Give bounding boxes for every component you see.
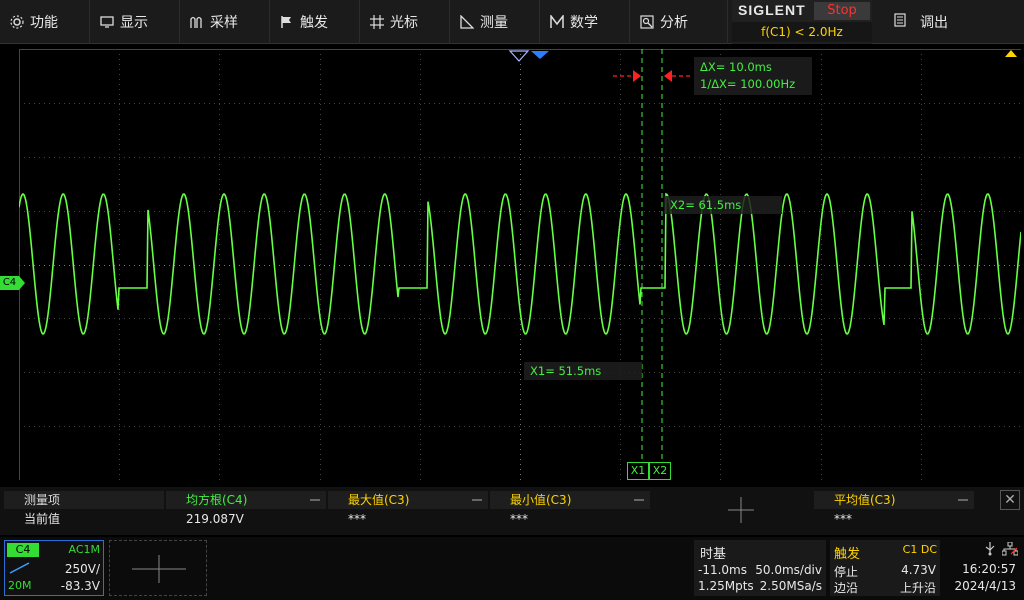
clock-box: 16:20:57 2024/4/13	[944, 540, 1022, 596]
trigger-frequency-info: f(C1) < 2.0Hz	[732, 22, 872, 42]
measurement-column-rms[interactable]: 均方根(C4) 219.087V	[166, 491, 326, 531]
crosshair-icon	[370, 15, 384, 29]
measurement-rms-name: 均方根(C4)	[186, 493, 248, 507]
cursor-x1-tag[interactable]: X1	[627, 462, 649, 480]
tune-button[interactable]: 调出	[878, 0, 1024, 44]
cursor-x2-tag[interactable]: X2	[649, 462, 671, 480]
trigger-delay-marker	[531, 51, 549, 59]
timebase-box[interactable]: 时基 -11.0ms 50.0ms/div 1.25Mpts 2.50MSa/s	[694, 540, 826, 596]
timebase-delay: -11.0ms	[698, 563, 747, 577]
measurement-max-value: ***	[348, 512, 366, 526]
measurement-bar: 测量项 当前值 均方根(C4) 219.087V 最大值(C3) *** 最小值…	[0, 487, 1024, 535]
measurement-max-name: 最大值(C3)	[348, 493, 410, 507]
trigger-slope: 上升沿	[899, 581, 936, 595]
graticule-grid	[19, 49, 1021, 480]
ch4-offset-arrow	[19, 276, 25, 290]
close-measurement-icon[interactable]: ✕	[1000, 490, 1020, 510]
gear-icon	[10, 15, 24, 29]
analysis-icon	[640, 15, 654, 29]
clock-time: 16:20:57	[962, 562, 1016, 576]
measurement-column-max[interactable]: 最大值(C3) ***	[328, 491, 488, 531]
trigger-type: 边沿	[834, 581, 859, 595]
measurement-mean-name: 平均值(C3)	[834, 493, 896, 507]
trigger-state: 停止	[834, 565, 859, 579]
sample-icon	[190, 15, 204, 29]
math-icon	[550, 15, 564, 29]
measurement-mean-value: ***	[834, 512, 852, 526]
measurement-column-min[interactable]: 最小值(C3) ***	[490, 491, 650, 531]
measurement-min-name: 最小值(C3)	[510, 493, 572, 507]
add-channel-icon	[132, 555, 186, 583]
ch4-tag: C4	[7, 543, 39, 557]
run-stop-status[interactable]: Stop	[814, 2, 870, 20]
brand-logo: SIGLENT	[738, 2, 806, 18]
ch4-bandwidth-limit: 20M	[8, 579, 32, 592]
list-icon	[894, 13, 906, 31]
cursor-inverse-delta-x: 1/ΔX= 100.00Hz	[700, 77, 796, 91]
ch4-vertical-scale: 250V/	[64, 562, 100, 576]
clock-date: 2024/4/13	[954, 579, 1016, 593]
measurement-rms-value: 219.087V	[186, 512, 244, 526]
menu-acquire-label: 采样	[210, 15, 238, 31]
network-icon	[1002, 542, 1018, 556]
cursor-delta-readout: ΔX= 10.0ms 1/ΔX= 100.00Hz	[694, 57, 812, 95]
monitor-icon	[100, 15, 114, 29]
ruler-icon	[460, 15, 474, 29]
add-channel-box[interactable]	[109, 540, 207, 596]
cursor-delta-x: ΔX= 10.0ms	[700, 60, 772, 74]
trigger-level-marker	[1005, 50, 1017, 57]
menu-analysis-label: 分析	[660, 15, 688, 31]
menu-function[interactable]: 功能	[0, 0, 90, 44]
cursor-x1-red-arrow	[633, 70, 641, 82]
add-measurement-icon[interactable]	[728, 497, 754, 523]
ch4-settings-box[interactable]: C4 AC1M 250V/ 20M -83.3V	[4, 540, 104, 596]
ch4-offset-marker[interactable]: C4	[0, 276, 19, 290]
brand-panel: SIGLENT Stop f(C1) < 2.0Hz	[732, 0, 872, 44]
probe-icon	[9, 562, 30, 574]
cursor-x2-red-arrow	[664, 70, 672, 82]
timebase-title: 时基	[700, 547, 727, 562]
trigger-source: C1 DC	[902, 543, 937, 556]
usb-icon	[985, 542, 995, 556]
measurement-column-mean[interactable]: 平均值(C3) ***	[814, 491, 974, 531]
timebase-memory-depth: 1.25Mpts	[698, 579, 754, 593]
timebase-sample-rate: 2.50MSa/s	[759, 579, 822, 593]
menu-trigger-label: 触发	[300, 15, 328, 31]
menu-display[interactable]: 显示	[90, 0, 180, 44]
trigger-position-marker	[508, 50, 530, 62]
menu-measure[interactable]: 测量	[450, 0, 540, 44]
trigger-title: 触发	[834, 547, 861, 562]
tune-label: 调出	[920, 15, 948, 31]
waveform-area[interactable]	[19, 49, 1021, 480]
menu-cursor-label: 光标	[390, 15, 418, 31]
ch4-coupling: AC1M	[68, 543, 100, 556]
trigger-box[interactable]: 触发 C1 DC 停止 4.73V 边沿 上升沿	[830, 540, 940, 596]
menu-display-label: 显示	[120, 15, 148, 31]
top-menu-bar: 功能 显示 采样 触发 光标 测量 数学 分析 SIGLENT Stop f(C…	[0, 0, 1024, 44]
menu-function-label: 功能	[30, 15, 58, 31]
measurement-header-label: 测量项	[4, 491, 164, 509]
menu-acquire[interactable]: 采样	[180, 0, 270, 44]
menu-analysis[interactable]: 分析	[630, 0, 728, 44]
timebase-scale: 50.0ms/div	[755, 563, 822, 577]
menu-cursor[interactable]: 光标	[360, 0, 450, 44]
measurement-min-value: ***	[510, 512, 528, 526]
flag-icon	[280, 15, 294, 29]
ch4-offset: -83.3V	[60, 579, 100, 593]
cursor-x1-readout: X1= 51.5ms	[524, 362, 642, 380]
cursor-x2-readout: X2= 61.5ms	[664, 196, 782, 214]
menu-trigger[interactable]: 触发	[270, 0, 360, 44]
waveform-canvas	[19, 49, 1021, 480]
trigger-level: 4.73V	[901, 563, 936, 577]
measurement-row-labels: 测量项 当前值	[4, 491, 164, 531]
menu-measure-label: 测量	[480, 15, 508, 31]
menu-math-label: 数学	[570, 15, 598, 31]
menu-math[interactable]: 数学	[540, 0, 630, 44]
measurement-value-label: 当前值	[24, 512, 61, 526]
